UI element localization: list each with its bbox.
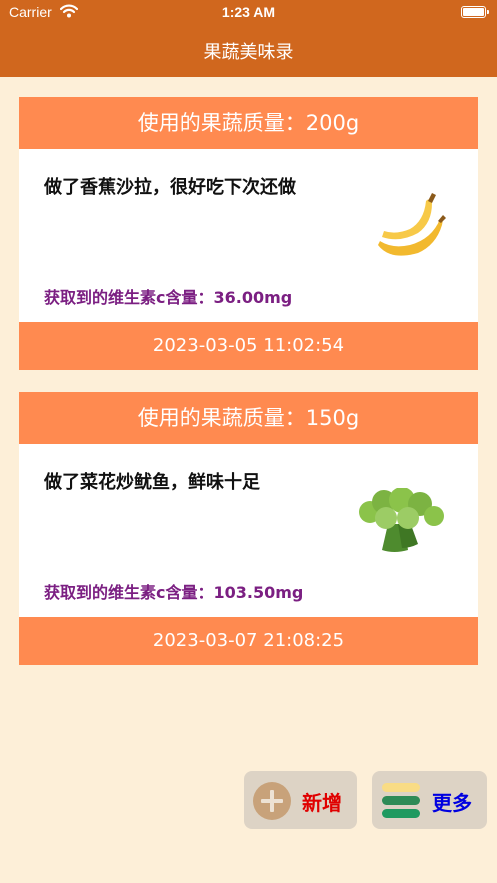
navigation-bar: Carrier 1:23 AM 果蔬美味录 — [0, 0, 497, 77]
record-body: 做了菜花炒鱿鱼，鲜味十足 获取到的维生素c含量：103.50mg — [19, 444, 478, 617]
battery-icon — [461, 6, 489, 18]
plus-circle-icon — [252, 781, 292, 825]
record-note: 做了菜花炒鱿鱼，鲜味十足 — [44, 472, 260, 493]
record-timestamp: 2023-03-07 21:08:25 — [19, 617, 478, 665]
banana-icon — [370, 189, 450, 273]
record-mass-header: 使用的果蔬质量：150g — [19, 392, 478, 444]
more-button[interactable]: 更多 — [372, 771, 487, 829]
record-body: 做了香蕉沙拉，很好吃下次还做 获取到的维生素c含量：36.00mg — [19, 149, 478, 322]
page-title: 果蔬美味录 — [203, 42, 294, 63]
broccoli-icon — [358, 487, 446, 558]
status-time: 1:23 AM — [221, 4, 276, 20]
record-timestamp: 2023-03-05 11:02:54 — [19, 322, 478, 370]
record-card[interactable]: 使用的果蔬质量：200g 做了香蕉沙拉，很好吃下次还做 获取到的维生素c含量：3… — [19, 97, 478, 370]
record-vitamin-c: 获取到的维生素c含量：36.00mg — [44, 288, 293, 307]
record-card[interactable]: 使用的果蔬质量：150g 做了菜花炒鱿鱼，鲜味十足 获取到的维生素c含量：103… — [19, 392, 478, 665]
add-record-button[interactable]: 新增 — [244, 771, 357, 829]
more-button-label: 更多 — [432, 791, 472, 815]
menu-list-icon — [382, 783, 420, 823]
add-button-label: 新增 — [302, 791, 342, 815]
record-mass-header: 使用的果蔬质量：200g — [19, 97, 478, 149]
status-bar: Carrier 1:23 AM — [0, 0, 497, 26]
record-vitamin-c: 获取到的维生素c含量：103.50mg — [44, 583, 304, 602]
record-note: 做了香蕉沙拉，很好吃下次还做 — [44, 177, 296, 198]
